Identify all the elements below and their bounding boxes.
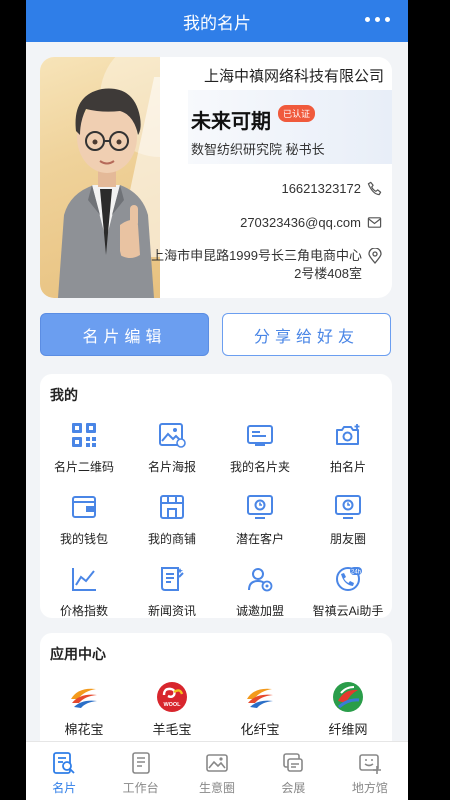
tab-business-circle[interactable]: 生意圈	[179, 742, 255, 800]
potential-customer-icon	[245, 492, 275, 522]
menu-item-label: 名片二维码	[53, 460, 114, 474]
menu-item-label: 诚邀加盟	[235, 604, 284, 618]
menu-item-label: 潜在客户	[235, 532, 284, 546]
menu-item-label: 朋友圈	[329, 532, 366, 546]
app-label: 棉花宝	[64, 722, 104, 737]
app-screen: 我的名片 上海中禛网络科技有限公司 未来可期 已认证 数智纺织研究院 秘书长 1…	[26, 0, 408, 800]
my-section: 我的 名片二维码 名片海报 我的名片夹 拍名片 我的钱包 我的商铺 潜在客户 朋…	[40, 374, 392, 618]
qr-code-icon	[69, 420, 99, 450]
app-chemical-fiber[interactable]: 化纤宝	[216, 681, 304, 738]
menu-item-wallet[interactable]: 我的钱包	[40, 492, 128, 547]
shop-icon	[157, 492, 187, 522]
more-dot-icon	[375, 17, 380, 22]
tab-local-pavilion[interactable]: 地方馆	[332, 742, 408, 800]
menu-item-label: 我的商铺	[147, 532, 196, 546]
app-center-section: 应用中心 棉花宝 WOOL 羊毛宝 化纤宝 纤维网	[40, 633, 392, 753]
menu-item-scan-card[interactable]: 拍名片	[304, 420, 392, 475]
wool-logo-text: WOOL	[163, 702, 181, 708]
menu-item-label: 我的名片夹	[229, 460, 290, 474]
poster-icon	[157, 420, 187, 450]
verified-badge: 已认证	[278, 105, 316, 122]
local-pavilion-icon	[359, 754, 381, 774]
join-icon	[245, 564, 275, 594]
menu-item-ai-assistant[interactable]: 24h 智禛云Ai助手	[304, 564, 392, 619]
business-card-tab-icon	[53, 752, 75, 774]
phone-icon	[367, 181, 382, 196]
menu-item-label: 名片海报	[147, 460, 196, 474]
price-index-icon	[69, 564, 99, 594]
tab-workbench[interactable]: 工作台	[102, 742, 178, 800]
email-row[interactable]: 270323436@qq.com	[240, 215, 382, 230]
exhibition-icon	[283, 753, 304, 772]
top-bar: 我的名片	[26, 0, 408, 42]
location-pin-icon	[368, 248, 382, 264]
phone-number: 16621323172	[281, 181, 361, 196]
chemical-fiber-logo-icon	[245, 682, 275, 712]
person-name: 未来可期	[191, 111, 271, 133]
tab-label: 名片	[52, 781, 77, 795]
tab-business-card[interactable]: 名片	[26, 742, 102, 800]
menu-item-join[interactable]: 诚邀加盟	[216, 564, 304, 619]
menu-item-card-holder[interactable]: 我的名片夹	[216, 420, 304, 475]
app-label: 纤维网	[328, 722, 368, 737]
tab-exhibition[interactable]: 会展	[255, 742, 331, 800]
menu-item-label: 我的钱包	[59, 532, 108, 546]
app-cotton[interactable]: 棉花宝	[40, 681, 128, 738]
menu-item-label: 智禛云Ai助手	[312, 604, 384, 618]
menu-item-label: 价格指数	[59, 604, 108, 618]
address-row[interactable]: 上海市申昆路1999号长三角电商中心 2号楼408室	[151, 247, 382, 283]
app-fiber-net[interactable]: 纤维网	[304, 681, 392, 738]
menu-item-moments[interactable]: 朋友圈	[304, 492, 392, 547]
person-position: 数智纺织研究院 秘书长	[191, 142, 325, 157]
phone-row[interactable]: 16621323172	[281, 181, 382, 196]
more-dot-icon	[365, 17, 370, 22]
menu-item-poster[interactable]: 名片海报	[128, 420, 216, 475]
business-circle-icon	[206, 754, 228, 772]
menu-item-potential-customers[interactable]: 潜在客户	[216, 492, 304, 547]
address-line: 上海市申昆路1999号长三角电商中心	[151, 248, 362, 263]
menu-item-qr-code[interactable]: 名片二维码	[40, 420, 128, 475]
tab-label: 生意圈	[199, 781, 236, 795]
mail-icon	[367, 217, 382, 228]
tab-label: 工作台	[122, 781, 159, 795]
more-dot-icon	[385, 17, 390, 22]
menu-item-price-index[interactable]: 价格指数	[40, 564, 128, 619]
page-title: 我的名片	[183, 14, 251, 33]
menu-item-shop[interactable]: 我的商铺	[128, 492, 216, 547]
more-menu-button[interactable]	[365, 17, 390, 22]
avatar	[58, 88, 154, 298]
menu-item-label: 新闻资讯	[147, 604, 196, 618]
company-name: 上海中禛网络科技有限公司	[203, 68, 384, 85]
svg-text:24h: 24h	[351, 570, 361, 576]
app-label: 羊毛宝	[152, 722, 192, 737]
share-to-friends-button[interactable]: 分享给好友	[222, 313, 391, 356]
tab-label: 会展	[281, 781, 306, 795]
cotton-logo-icon	[69, 682, 99, 712]
edit-card-button[interactable]: 名片编辑	[40, 313, 209, 356]
app-wool[interactable]: WOOL 羊毛宝	[128, 681, 216, 738]
address-line: 2号楼408室	[294, 266, 362, 281]
news-icon	[157, 564, 187, 594]
tab-label: 地方馆	[351, 781, 388, 795]
wallet-icon	[69, 492, 99, 522]
ai-assistant-icon: 24h	[333, 564, 363, 594]
camera-icon	[333, 420, 363, 450]
workbench-icon	[131, 752, 150, 774]
email-address: 270323436@qq.com	[240, 215, 361, 230]
card-holder-icon	[245, 420, 275, 450]
wool-logo-icon: WOOL	[157, 682, 187, 712]
section-title: 应用中心	[50, 646, 106, 662]
app-label: 化纤宝	[240, 722, 280, 737]
menu-item-news[interactable]: 新闻资讯	[128, 564, 216, 619]
section-title: 我的	[50, 387, 78, 403]
menu-item-label: 拍名片	[329, 460, 366, 474]
moments-icon	[333, 492, 363, 522]
fiber-net-logo-icon	[333, 682, 363, 712]
bottom-tab-bar: 名片 工作台 生意圈 会展 地方馆	[26, 741, 408, 800]
business-card[interactable]: 上海中禛网络科技有限公司 未来可期 已认证 数智纺织研究院 秘书长 166213…	[40, 57, 392, 298]
